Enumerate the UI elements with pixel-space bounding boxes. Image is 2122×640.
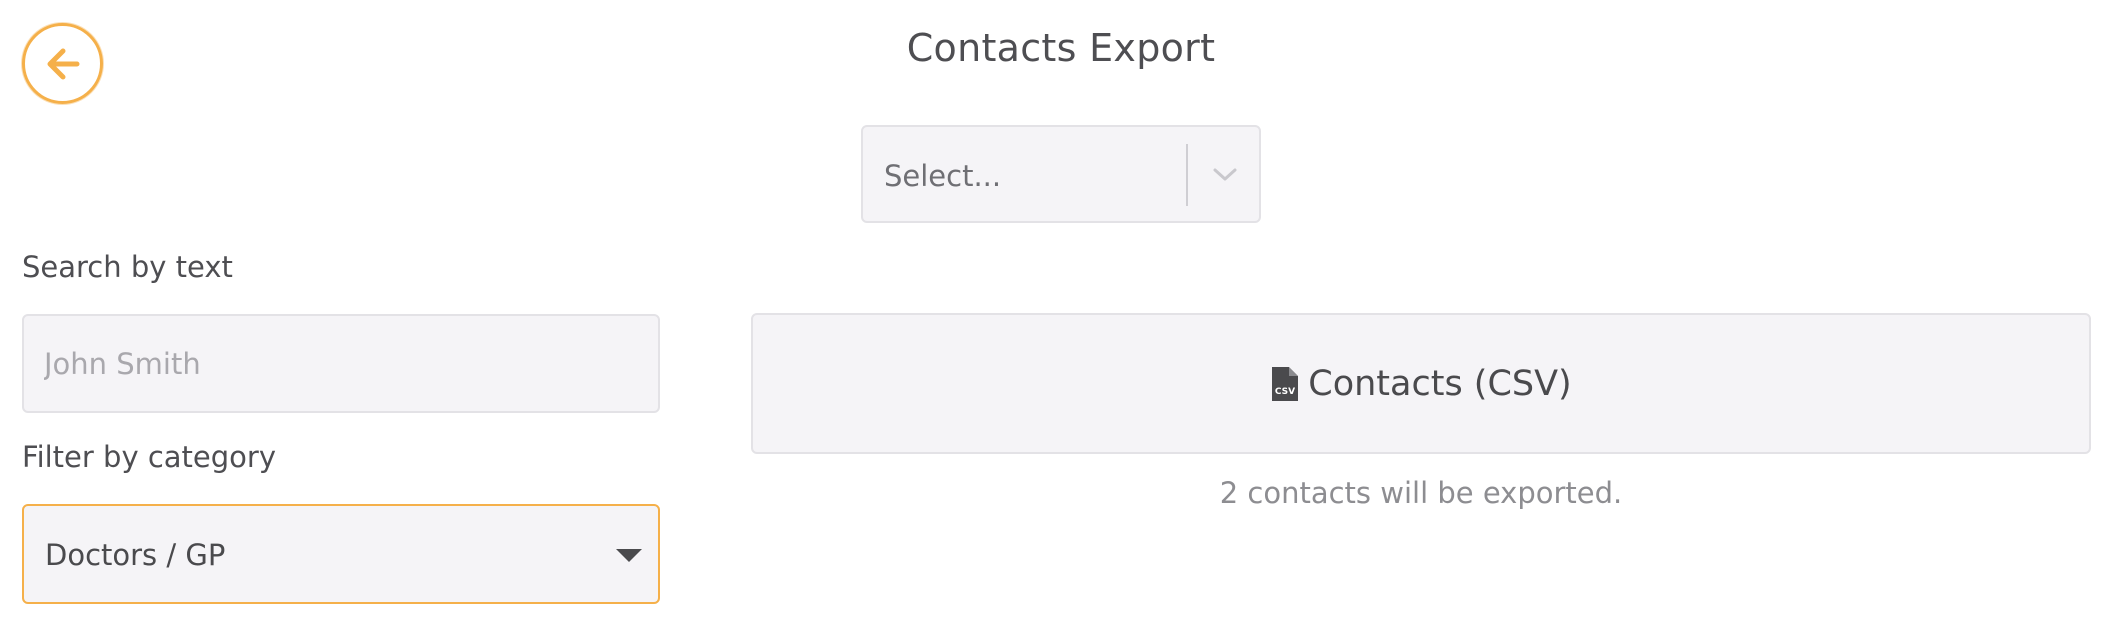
chevron-down-icon[interactable] (1199, 149, 1251, 201)
category-select-value: Doctors / GP (45, 538, 226, 572)
export-count-note: 2 contacts will be exported. (1219, 476, 1623, 510)
export-csv-button[interactable]: CSV Contacts (CSV) (751, 313, 2091, 454)
select-separator (1186, 144, 1188, 206)
svg-text:CSV: CSV (1275, 387, 1295, 397)
search-label: Search by text (22, 250, 233, 284)
search-input[interactable] (22, 314, 660, 413)
category-select[interactable]: Doctors / GP (22, 504, 660, 604)
page-title: Contacts Export (906, 26, 1216, 70)
csv-file-icon: CSV (1270, 365, 1300, 403)
export-button-label: Contacts (CSV) (1308, 363, 1572, 404)
format-select-placeholder: Select... (884, 159, 1002, 193)
category-label: Filter by category (22, 440, 276, 474)
format-select[interactable]: Select... (861, 125, 1261, 223)
caret-down-icon (616, 549, 642, 562)
